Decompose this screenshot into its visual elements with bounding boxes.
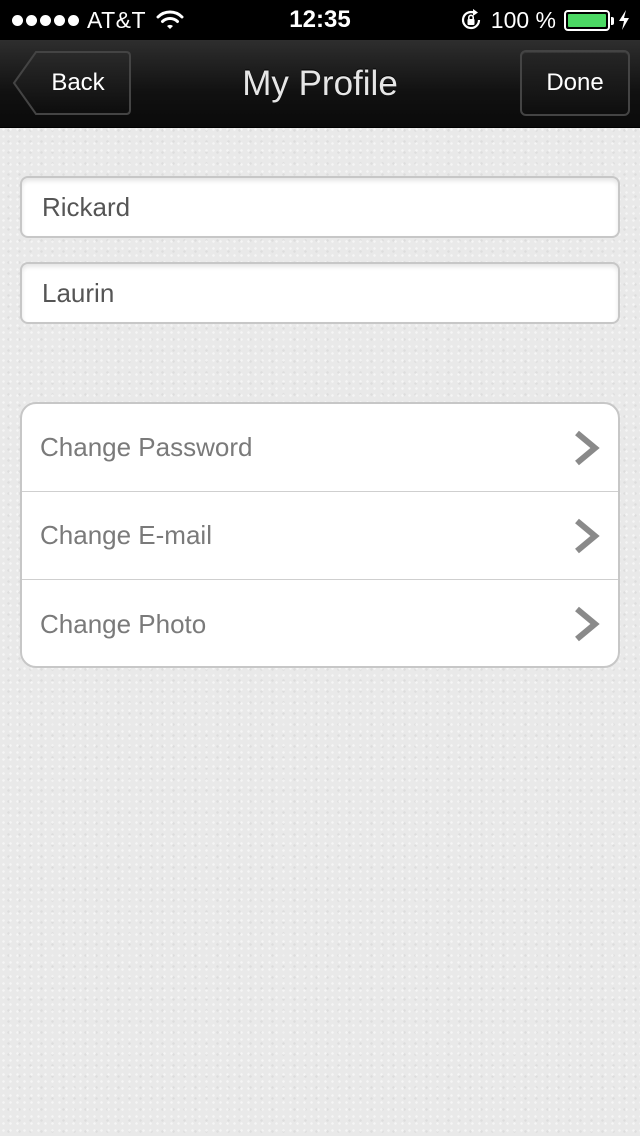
carrier-label: AT&T xyxy=(87,6,147,33)
change-photo-label: Change Photo xyxy=(40,608,207,639)
status-bar: AT&T 12:35 100 % xyxy=(0,0,640,40)
page-title: My Profile xyxy=(242,64,398,103)
settings-list: Change Password Change E-mail Change Pho… xyxy=(20,402,620,668)
chevron-right-icon xyxy=(572,430,600,466)
status-right: 100 % xyxy=(459,0,630,40)
first-name-value: Rickard xyxy=(42,191,131,222)
change-email-label: Change E-mail xyxy=(40,520,212,550)
change-email-row[interactable]: Change E-mail xyxy=(22,492,618,580)
change-photo-row[interactable]: Change Photo xyxy=(22,580,618,666)
done-button[interactable]: Done xyxy=(520,50,630,116)
back-button[interactable]: Back xyxy=(12,50,132,116)
charging-bolt-icon xyxy=(618,9,630,31)
battery-percent: 100 % xyxy=(490,6,556,33)
chevron-right-icon xyxy=(572,606,600,642)
first-name-field[interactable]: Rickard xyxy=(20,176,620,238)
chevron-right-icon xyxy=(572,518,600,554)
done-button-label: Done xyxy=(546,69,604,96)
battery-fill xyxy=(568,13,606,27)
rotation-lock-icon xyxy=(459,8,483,32)
last-name-field[interactable]: Laurin xyxy=(20,262,620,324)
last-name-value: Laurin xyxy=(42,277,115,308)
signal-dots-icon xyxy=(12,14,79,26)
wifi-icon xyxy=(156,9,184,31)
change-password-label: Change Password xyxy=(40,432,253,462)
navigation-bar: Back My Profile Done xyxy=(0,40,640,128)
change-password-row[interactable]: Change Password xyxy=(22,404,618,492)
back-button-label: Back xyxy=(51,69,105,96)
status-left: AT&T xyxy=(12,0,184,40)
battery-icon xyxy=(564,9,614,31)
